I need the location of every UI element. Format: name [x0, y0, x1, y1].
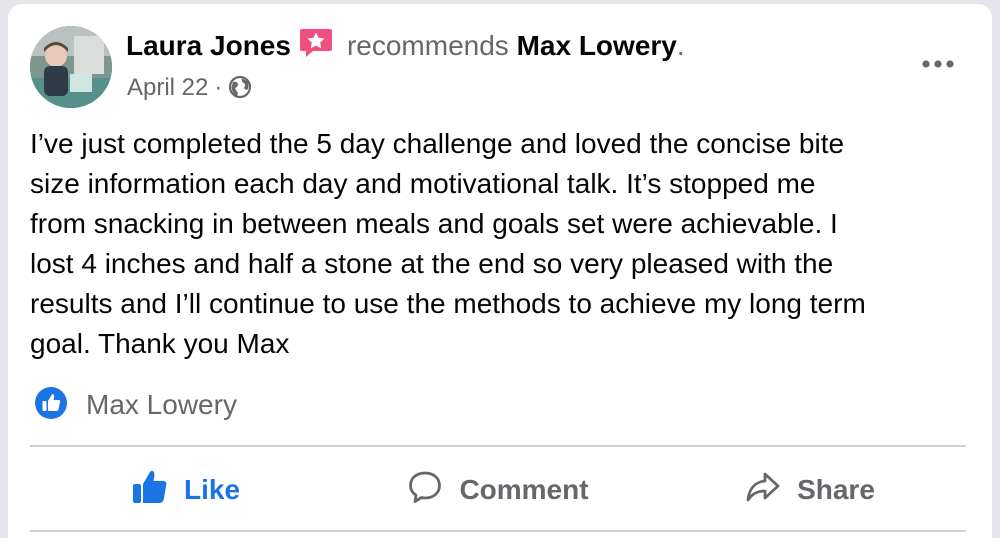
divider-bottom [30, 530, 966, 532]
recommends-badge-icon [299, 28, 333, 67]
post-header: Laura Jones recommends Max Lowery. [126, 28, 685, 67]
like-label: Like [183, 474, 241, 505]
page-name-link[interactable]: Max Lowery [517, 30, 677, 61]
divider-top [30, 445, 966, 447]
comment-label: Comment [459, 474, 589, 505]
post-date[interactable]: April 22 [127, 74, 208, 101]
thumbs-up-icon [132, 469, 184, 512]
post-meta: April 22 · [127, 72, 252, 104]
header-period: . [676, 30, 685, 61]
share-label: Share [797, 474, 875, 505]
like-button[interactable]: Like [30, 450, 342, 530]
comment-icon [407, 469, 459, 512]
globe-icon [228, 74, 252, 101]
author-name[interactable]: Laura Jones [126, 30, 291, 61]
action-bar: Like Comment Share [30, 450, 966, 530]
more-options-icon[interactable] [922, 56, 954, 74]
comment-button[interactable]: Comment [342, 450, 654, 530]
share-button[interactable]: Share [654, 450, 966, 530]
reactions-summary[interactable]: Max Lowery [34, 386, 237, 422]
post-body: I’ve just completed the 5 day challenge … [30, 128, 866, 359]
meta-separator: · [214, 74, 223, 101]
post-card: Laura Jones recommends Max Lowery. April … [8, 4, 992, 538]
share-icon [745, 469, 797, 512]
avatar[interactable] [30, 26, 112, 108]
like-reaction-icon [34, 387, 86, 420]
recommends-text: recommends [346, 30, 509, 61]
reaction-names: Max Lowery [86, 389, 237, 420]
